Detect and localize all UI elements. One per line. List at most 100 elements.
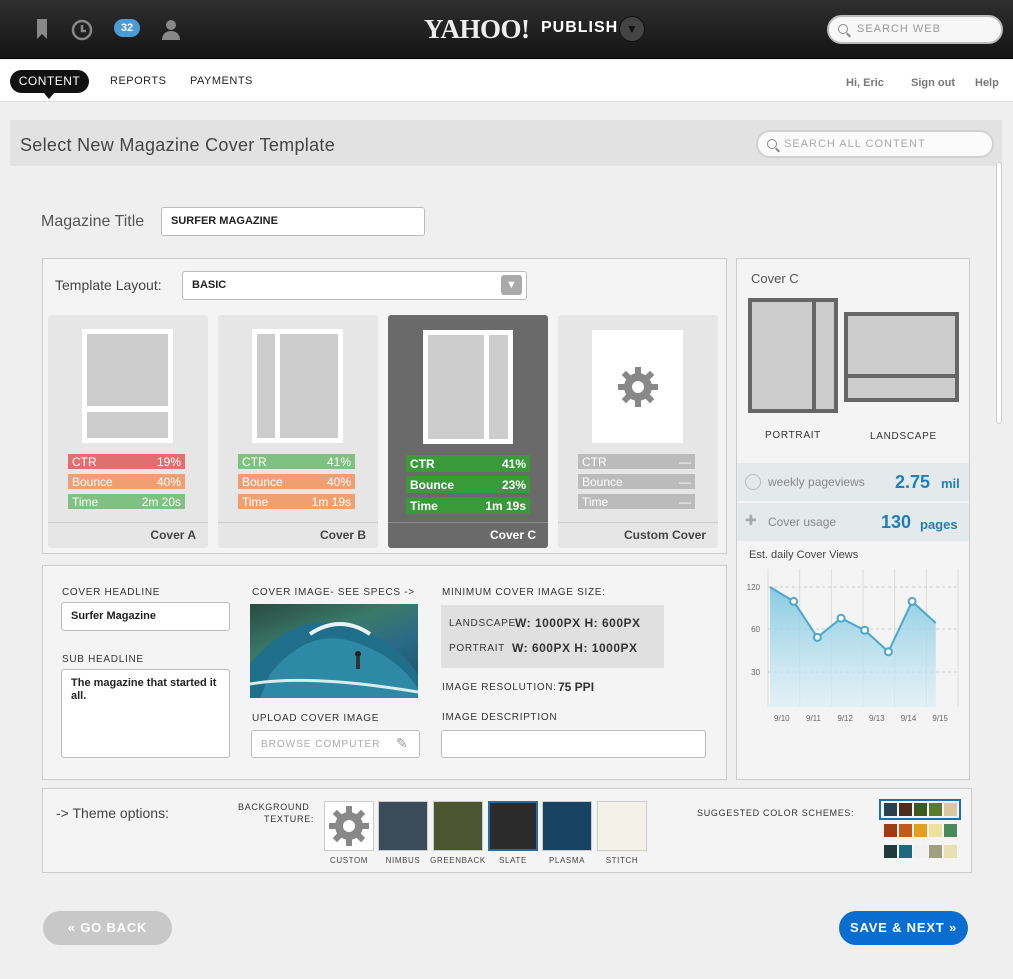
bounce-metric: Bounce 23% (406, 476, 530, 493)
page-title: Select New Magazine Cover Template (20, 135, 336, 155)
bounce-metric: Bounce — (578, 474, 695, 489)
chart-title: Est. daily Cover Views (749, 549, 859, 561)
cover-name: Cover A (150, 528, 196, 542)
image-description-label: IMAGE DESCRIPTION (442, 712, 558, 723)
bookmark-icon[interactable] (34, 18, 60, 42)
pin-icon: ✚ (745, 512, 757, 528)
upload-cover-image-label: UPLOAD COVER IMAGE (252, 713, 380, 724)
usage-unit: pages (920, 517, 958, 532)
paperclip-icon: ✎ (396, 735, 408, 751)
resolution-label: IMAGE RESOLUTION: (442, 682, 557, 693)
x-tick-label: 9/14 (901, 714, 917, 723)
data-point (907, 596, 917, 606)
profile-icon[interactable] (160, 18, 186, 42)
color-swatch[interactable] (884, 824, 897, 837)
color-swatch[interactable] (884, 803, 897, 816)
target-icon (745, 474, 761, 490)
texture-slate[interactable] (488, 801, 538, 851)
tab-reports[interactable]: REPORTS (110, 75, 166, 87)
search-web-input[interactable]: SEARCH WEB (827, 15, 1003, 44)
landscape-preview (844, 312, 959, 402)
color-swatch[interactable] (929, 824, 942, 837)
x-tick-label: 9/11 (806, 714, 822, 723)
yahoo-logo: YAHOO! (424, 14, 530, 44)
texture-nimbus[interactable] (378, 801, 428, 851)
chevron-down-icon[interactable]: ▼ (501, 275, 522, 295)
scrollbar[interactable] (996, 162, 1002, 424)
color-swatch[interactable] (929, 845, 942, 858)
cover-name: Cover C (489, 528, 536, 542)
history-icon[interactable] (70, 18, 96, 42)
cover-card-a[interactable]: CTR 19% Bounce 40% Time 2m 20s Cover A (48, 315, 208, 548)
portrait-size: W: 600PX H: 1000PX (512, 641, 638, 655)
cover-card-custom[interactable]: CTR — Bounce — Time — Custom Cover (558, 315, 718, 548)
help-link[interactable]: Help (975, 77, 999, 89)
cover-headline-label: COVER HEADLINE (62, 587, 161, 598)
texture-stitch[interactable] (597, 801, 647, 851)
gear-icon (329, 806, 369, 846)
search-icon (838, 24, 848, 34)
bounce-metric: Bounce 40% (238, 474, 355, 489)
color-swatch[interactable] (914, 845, 927, 858)
resolution-value: 75 PPI (558, 680, 595, 694)
cover-headline-input[interactable]: Surfer Magazine (61, 602, 230, 631)
sign-out-link[interactable]: Sign out (911, 77, 955, 89)
sidebar-title: Cover C (751, 271, 799, 286)
sub-headline-textarea[interactable]: The magazine that started it all. (61, 669, 230, 758)
ctr-metric: CTR 41% (238, 454, 355, 469)
pageviews-unit: mil (941, 476, 960, 491)
pageviews-label: weekly pageviews (768, 475, 865, 489)
color-swatch[interactable] (944, 824, 957, 837)
x-tick-label: 9/15 (932, 714, 948, 723)
color-swatch[interactable] (884, 845, 897, 858)
y-tick-label: 120 (747, 583, 761, 592)
color-swatch[interactable] (899, 824, 912, 837)
background-texture-label-1: BACKGROUND (238, 802, 310, 812)
image-size-specs (441, 605, 664, 668)
tab-payments[interactable]: PAYMENTS (190, 75, 253, 87)
color-schemes-label: SUGGESTED COLOR SCHEMES: (697, 808, 855, 818)
cover-views-chart: 120 60 30 9/10 9/11 9/12 9/13 9/14 9/15 (747, 569, 959, 723)
time-metric: Time 2m 20s (68, 494, 185, 509)
tab-content[interactable]: CONTENT (10, 70, 89, 93)
browse-computer-button[interactable]: BROWSE COMPUTER (251, 730, 420, 758)
texture-label: GREENBACK (430, 856, 486, 865)
usage-label: Cover usage (768, 515, 837, 529)
custom-cover-thumbnail (592, 330, 683, 443)
ctr-metric: CTR 19% (68, 454, 185, 469)
image-description-input[interactable] (441, 730, 706, 758)
texture-greenback[interactable] (433, 801, 483, 851)
background-texture-label-2: TEXTURE: (264, 814, 315, 824)
time-metric: Time — (578, 494, 695, 509)
greeting: Hi, Eric (846, 77, 884, 89)
cover-card-b[interactable]: CTR 41% Bounce 40% Time 1m 19s Cover B (218, 315, 378, 548)
cover-card-c[interactable]: CTR 41% Bounce 23% Time 1m 19s Cover C (388, 315, 548, 548)
save-next-button[interactable]: SAVE & NEXT » (839, 911, 968, 945)
chevron-down-icon[interactable]: ▼ (619, 16, 645, 42)
template-layout-select[interactable]: BASIC (182, 271, 527, 300)
theme-options-label: -> Theme options: (56, 805, 169, 821)
cover-b-thumbnail (252, 329, 343, 443)
magazine-title-input[interactable]: SURFER MAGAZINE (161, 207, 425, 236)
data-point (860, 625, 870, 635)
color-swatch[interactable] (899, 803, 912, 816)
color-swatch[interactable] (914, 824, 927, 837)
time-metric: Time 1m 19s (238, 494, 355, 509)
search-all-input[interactable]: SEARCH ALL CONTENT (756, 130, 994, 158)
data-point (836, 613, 846, 623)
cover-image-preview[interactable] (250, 604, 418, 698)
data-point (789, 596, 799, 606)
color-swatch[interactable] (899, 845, 912, 858)
texture-label: CUSTOM (329, 856, 369, 865)
notifications-badge[interactable]: 32 (114, 19, 140, 37)
go-back-button[interactable]: « GO BACK (43, 911, 172, 945)
color-swatch[interactable] (944, 803, 957, 816)
publish-label: PUBLISH (541, 19, 619, 36)
landscape-label: LANDSCAPE (870, 431, 937, 442)
usage-value: 130 (881, 512, 912, 532)
texture-custom[interactable] (324, 801, 374, 851)
color-swatch[interactable] (929, 803, 942, 816)
color-swatch[interactable] (914, 803, 927, 816)
color-swatch[interactable] (944, 845, 957, 858)
texture-plasma[interactable] (542, 801, 592, 851)
